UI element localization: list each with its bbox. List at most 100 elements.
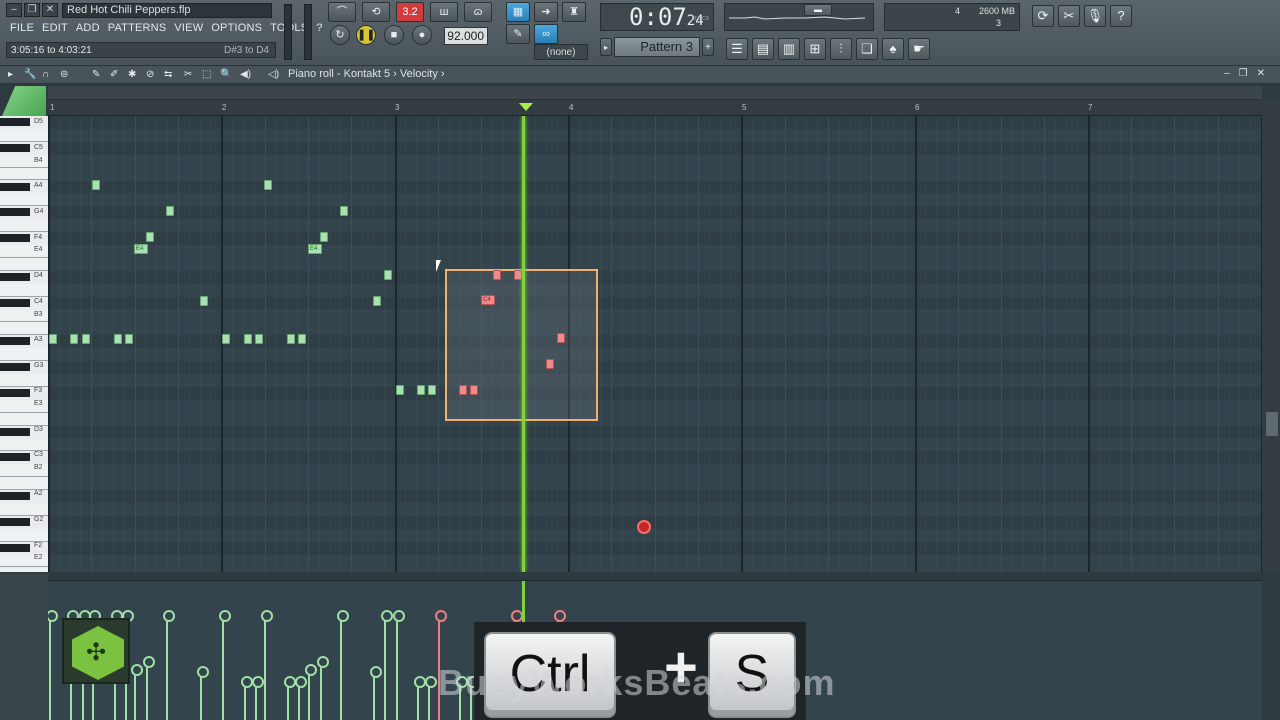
mixer-icon[interactable]: ⫶	[830, 38, 852, 60]
note[interactable]	[298, 334, 306, 344]
note[interactable]	[82, 334, 90, 344]
velocity-bar[interactable]	[261, 610, 273, 720]
breadcrumb-piano-roll[interactable]: Piano roll	[288, 68, 334, 80]
timeline-ruler[interactable]: 1 2 3 4 5 6 7	[48, 100, 1262, 116]
select-tool-icon[interactable]: ⬚	[202, 69, 211, 80]
black-key[interactable]	[0, 272, 30, 281]
white-key[interactable]	[0, 477, 48, 491]
pause-button[interactable]: ❚❚	[356, 25, 376, 45]
note[interactable]	[384, 270, 392, 280]
song-mode-button[interactable]: ⟲	[362, 2, 390, 22]
velocity-bar[interactable]	[252, 676, 264, 720]
channel-rack-icon[interactable]: ❏	[856, 38, 878, 60]
stamp-icon[interactable]: ⊜	[60, 69, 68, 80]
selected-note[interactable]: C4	[481, 295, 495, 305]
step-edit-button[interactable]: ш	[430, 2, 458, 22]
selection-resize-handle[interactable]	[637, 520, 651, 534]
note[interactable]	[114, 334, 122, 344]
black-key[interactable]	[0, 143, 30, 152]
slice-tool-icon[interactable]: ✂	[184, 69, 192, 80]
white-key[interactable]	[0, 348, 48, 362]
pattern-add-icon[interactable]: +	[702, 38, 714, 56]
white-key[interactable]	[0, 257, 48, 271]
velocity-bar[interactable]	[317, 656, 329, 720]
playback-tool-icon[interactable]: ◀)	[240, 69, 251, 80]
white-key[interactable]	[0, 322, 48, 336]
note[interactable]	[396, 385, 404, 395]
white-key[interactable]	[0, 283, 48, 297]
undo-history-icon[interactable]: ⟳	[1032, 5, 1054, 27]
pattern-prev-icon[interactable]: ▸	[600, 38, 612, 56]
velocity-bar[interactable]	[381, 610, 393, 720]
browser-icon[interactable]: ⊞	[804, 38, 826, 60]
velocity-bar[interactable]	[295, 676, 307, 720]
velocity-bar[interactable]	[425, 676, 437, 720]
loop-icon[interactable]: ↻	[330, 25, 350, 45]
vertical-scrollbar[interactable]	[1262, 100, 1280, 572]
note[interactable]	[340, 206, 348, 216]
black-key[interactable]	[0, 453, 30, 462]
selected-note[interactable]	[557, 333, 565, 343]
selected-note[interactable]	[470, 385, 478, 395]
restore-icon[interactable]: ❐	[24, 3, 40, 17]
note[interactable]	[417, 385, 425, 395]
selected-note[interactable]	[514, 270, 522, 280]
velocity-bar[interactable]	[48, 610, 58, 720]
loop-record-button[interactable]: ɷ	[464, 2, 492, 22]
white-key[interactable]	[0, 128, 48, 142]
menu-options[interactable]: OPTIONS	[207, 20, 266, 36]
piano-roll-corner-tab[interactable]	[2, 86, 46, 116]
scroll-thumb[interactable]	[1266, 412, 1278, 436]
options-arrow-icon[interactable]: ▸	[8, 69, 13, 80]
black-key[interactable]	[0, 427, 30, 436]
pencil-icon[interactable]: ✎	[506, 24, 530, 44]
paint-tool-icon[interactable]: ✐	[110, 69, 118, 80]
white-key[interactable]	[0, 412, 48, 426]
touch-controller-icon[interactable]: ☛	[908, 38, 930, 60]
menu-help[interactable]: ?	[312, 20, 326, 36]
piano-roll-icon[interactable]: ▥	[778, 38, 800, 60]
velocity-bar[interactable]	[131, 664, 143, 720]
white-key[interactable]	[0, 219, 48, 233]
close-icon[interactable]: ✕	[42, 3, 58, 17]
note[interactable]	[92, 180, 100, 190]
menu-view[interactable]: VIEW	[170, 20, 207, 36]
plugin-picker-icon[interactable]: ♠	[882, 38, 904, 60]
metronome-curve-button[interactable]: ⌒	[328, 2, 356, 22]
velocity-bar[interactable]	[393, 610, 405, 720]
note[interactable]	[373, 296, 381, 306]
stop-button[interactable]: ■	[384, 25, 404, 45]
delete-tool-icon[interactable]: ✱	[128, 69, 136, 80]
black-key[interactable]	[0, 337, 30, 346]
note[interactable]	[320, 232, 328, 242]
black-key[interactable]	[0, 492, 30, 501]
velocity-bar[interactable]	[370, 666, 382, 720]
velocity-bar[interactable]	[163, 610, 175, 720]
menu-edit[interactable]: EDIT	[38, 20, 72, 36]
breadcrumb-instrument[interactable]: Kontakt 5	[344, 68, 390, 80]
magnet-icon[interactable]: ∩	[42, 69, 49, 80]
slip-tool-icon[interactable]: ⇆	[164, 69, 172, 80]
black-key[interactable]	[0, 517, 30, 526]
velocity-bar[interactable]	[241, 676, 253, 720]
white-key[interactable]	[0, 503, 48, 516]
note[interactable]: E4	[134, 244, 148, 254]
black-key[interactable]	[0, 182, 30, 191]
velocity-bar[interactable]	[197, 666, 209, 720]
note[interactable]	[287, 334, 295, 344]
note[interactable]	[200, 296, 208, 306]
breadcrumb-velocity[interactable]: Velocity	[400, 68, 438, 80]
menu-file[interactable]: FILE	[6, 20, 38, 36]
white-key[interactable]	[0, 528, 48, 542]
menu-add[interactable]: ADD	[72, 20, 104, 36]
note[interactable]	[166, 206, 174, 216]
velocity-bar[interactable]	[305, 664, 317, 720]
note-grid[interactable]: E4 E4 C4	[48, 116, 1262, 572]
white-key[interactable]	[0, 167, 48, 181]
selected-note[interactable]	[493, 270, 501, 280]
speaker-icon[interactable]: ◁)	[268, 69, 279, 80]
microphone-icon[interactable]: 🎙	[1084, 5, 1106, 27]
note[interactable]	[70, 334, 78, 344]
black-key[interactable]	[0, 118, 30, 126]
mute-tool-icon[interactable]: ⊘	[146, 69, 154, 80]
